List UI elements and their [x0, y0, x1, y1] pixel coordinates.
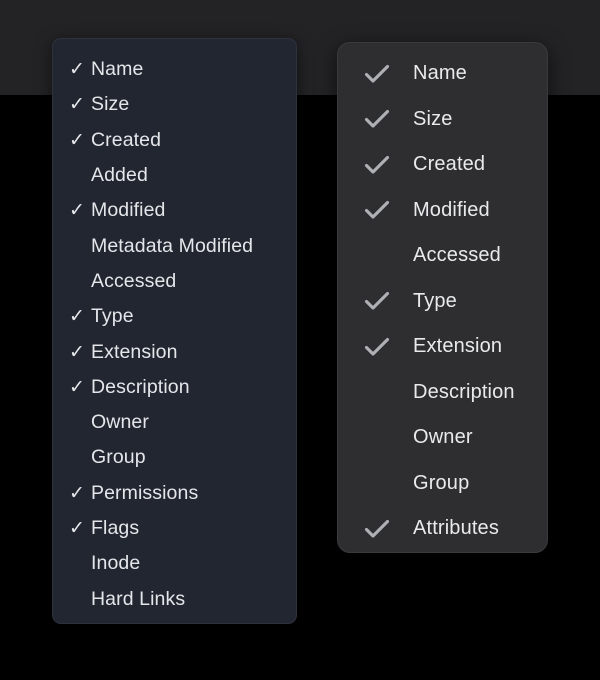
menu-item-label: Accessed: [413, 244, 501, 267]
menu-item-label: Type: [91, 305, 134, 328]
menu-item-label: Name: [91, 58, 144, 81]
menu-item-type[interactable]: Type: [338, 279, 547, 325]
checkmark-icon: ✓: [69, 517, 85, 539]
menu-item-flags[interactable]: ✓ Flags: [53, 511, 296, 546]
menu-item-modified[interactable]: Modified: [338, 188, 547, 234]
menu-item-attributes[interactable]: Attributes: [338, 506, 547, 552]
checkmark-icon: ✓: [69, 58, 85, 81]
menu-item-label: Owner: [413, 426, 473, 449]
menu-item-created[interactable]: ✓ Created: [53, 123, 296, 158]
menu-item-label: Size: [91, 93, 130, 116]
checkmark-icon: [364, 519, 413, 539]
menu-item-label: Description: [413, 380, 515, 403]
menu-item-label: Size: [413, 107, 453, 130]
checkmark-icon: [364, 200, 413, 220]
menu-item-label: Metadata Modified: [91, 234, 254, 257]
menu-item-label: Inode: [91, 552, 141, 575]
menu-item-size[interactable]: ✓ Size: [53, 87, 296, 122]
menu-item-label: Added: [91, 164, 148, 187]
column-visibility-menu-left[interactable]: ✓ Name ✓ Size ✓ Created Added ✓ Modified Metadata…: [52, 38, 297, 624]
menu-item-owner[interactable]: Owner: [53, 405, 296, 440]
checkmark-icon: [364, 291, 413, 311]
menu-item-type[interactable]: ✓ Type: [53, 299, 296, 334]
checkmark-icon: ✓: [69, 93, 85, 116]
menu-item-label: Owner: [91, 411, 149, 434]
menu-item-accessed[interactable]: Accessed: [53, 264, 296, 299]
checkmark-icon: [364, 337, 413, 357]
menu-item-label: Extension: [91, 340, 178, 363]
menu-item-name[interactable]: Name: [338, 51, 547, 97]
checkmark-icon: [364, 109, 413, 129]
menu-item-name[interactable]: ✓ Name: [53, 52, 296, 87]
checkmark-icon: [364, 155, 413, 175]
checkmark-icon: [364, 64, 413, 84]
menu-item-label: Permissions: [91, 481, 199, 504]
menu-item-label: Description: [91, 375, 190, 398]
menu-item-label: Group: [91, 446, 146, 469]
checkmark-icon: ✓: [69, 340, 85, 363]
menu-item-created[interactable]: Created: [338, 142, 547, 188]
menu-item-description[interactable]: Description: [338, 370, 547, 416]
checkmark-icon: ✓: [69, 375, 85, 398]
menu-item-modified[interactable]: ✓ Modified: [53, 193, 296, 228]
menu-item-label: Created: [91, 128, 162, 151]
column-visibility-menu-right[interactable]: Name Size Created Modified Accessed Type Exten…: [337, 42, 548, 553]
menu-item-size[interactable]: Size: [338, 97, 547, 143]
menu-item-metadata-modified[interactable]: Metadata Modified: [53, 228, 296, 263]
menu-item-inode[interactable]: Inode: [53, 546, 296, 581]
menu-item-label: Type: [413, 289, 457, 312]
checkmark-icon: ✓: [69, 481, 85, 504]
menu-item-hard-links[interactable]: Hard Links: [53, 581, 296, 616]
menu-item-label: Modified: [413, 198, 490, 221]
menu-item-label: Flags: [91, 517, 140, 539]
menu-item-label: Created: [413, 153, 486, 176]
menu-item-group[interactable]: Group: [53, 440, 296, 475]
menu-item-label: Modified: [91, 199, 166, 222]
checkmark-icon: ✓: [69, 199, 85, 222]
menu-item-group[interactable]: Group: [338, 461, 547, 507]
menu-item-label: Hard Links: [91, 587, 186, 610]
menu-item-owner[interactable]: Owner: [338, 415, 547, 461]
menu-item-label: Name: [413, 62, 467, 85]
menu-item-permissions[interactable]: ✓ Permissions: [53, 476, 296, 511]
checkmark-icon: ✓: [69, 128, 85, 151]
menu-item-extension[interactable]: Extension: [338, 324, 547, 370]
menu-item-description[interactable]: ✓ Description: [53, 370, 296, 405]
menu-item-label: Group: [413, 471, 470, 494]
checkmark-icon: ✓: [69, 305, 85, 328]
menu-item-added[interactable]: Added: [53, 158, 296, 193]
menu-item-label: Accessed: [91, 269, 177, 292]
menu-item-label: Extension: [413, 335, 503, 358]
menu-item-extension[interactable]: ✓ Extension: [53, 334, 296, 369]
menu-item-accessed[interactable]: Accessed: [338, 233, 547, 279]
menu-item-label: Attributes: [413, 517, 499, 540]
